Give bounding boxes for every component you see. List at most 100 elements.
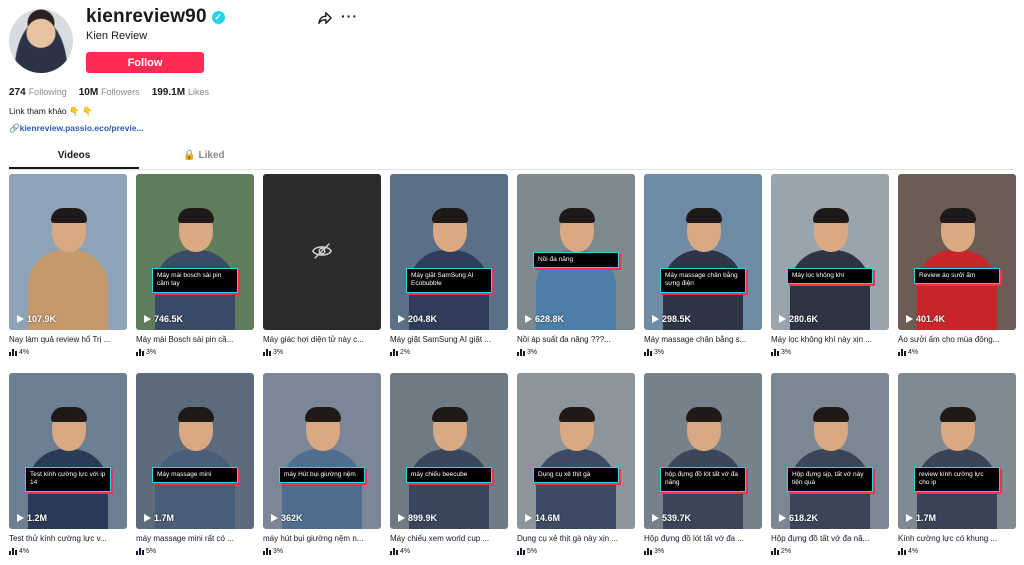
video-thumbnail[interactable]: Hộp đựng sịp, tất vớ này tiện quá 618.2K	[771, 373, 889, 529]
video-thumbnail[interactable]: máy Hút bụi giường nệm 362K	[263, 373, 381, 529]
video-views: 107.9K	[17, 314, 56, 324]
bar-chart-icon	[390, 349, 398, 356]
video-description[interactable]: Test thử kính cường lực v...	[9, 534, 127, 543]
play-icon	[398, 514, 405, 522]
video-thumbnail[interactable]: 107.9K	[9, 174, 127, 330]
video-thumbnail[interactable]	[263, 174, 381, 330]
video-caption-overlay: máy chiếu beecube	[406, 467, 492, 484]
video-description[interactable]: Dụng cụ xẻ thịt gà này xịn ...	[517, 534, 635, 543]
video-thumbnail[interactable]: Máy massage mini 1.7M	[136, 373, 254, 529]
play-icon	[271, 514, 278, 522]
video-thumbnail[interactable]: Nồi đa năng 628.8K	[517, 174, 635, 330]
tab-videos[interactable]: Videos	[9, 150, 139, 161]
video-engagement-value: 4%	[400, 548, 411, 555]
tab-liked[interactable]: 🔒 Liked	[139, 150, 269, 161]
stat-label: Likes	[188, 87, 210, 97]
video-card[interactable]: review kính cường lực cho ip 1.7M Kính cườ…	[898, 373, 1016, 565]
video-person	[28, 208, 108, 330]
video-description[interactable]: Máy massage chân bằng s...	[644, 335, 762, 344]
video-card[interactable]: 107.9K Nay làm quả review hổ Trị ... 4%	[9, 174, 127, 373]
video-description[interactable]: Máy giặt SamSung AI giặt ...	[390, 335, 508, 344]
video-description[interactable]: Hộp đựng đồ lót tất vớ đa ...	[644, 534, 762, 543]
video-card[interactable]: hộp đựng đồ lót tất vớ đa năng 539.7K Hộp …	[644, 373, 762, 565]
video-engagement-value: 3%	[146, 349, 157, 356]
more-icon[interactable]: ···	[341, 9, 358, 23]
profile-stats: 274 Following 10M Followers 199.1M Likes	[9, 87, 209, 98]
video-thumbnail[interactable]: máy chiếu beecube 899.9K	[390, 373, 508, 529]
video-description[interactable]: máy hút bụi giường nệm n...	[263, 534, 381, 543]
video-views-count: 1.7M	[916, 513, 937, 523]
video-description[interactable]: Áo sưởi ấm cho mùa đông...	[898, 335, 1016, 344]
video-description[interactable]: máy massage mini rất có ...	[136, 534, 254, 543]
video-engagement: 5%	[517, 548, 635, 555]
video-card[interactable]: Máy mài bosch sài pin cầm tay 746.5K Máy m…	[136, 174, 254, 373]
video-caption-overlay: hộp đựng đồ lót tất vớ đa năng	[660, 467, 746, 492]
video-engagement-value: 2%	[400, 349, 411, 356]
video-card[interactable]: Hộp đựng sịp, tất vớ này tiện quá 618.2K H…	[771, 373, 889, 565]
bar-chart-icon	[771, 548, 779, 555]
video-card[interactable]: Review áo sưởi ấm 401.4K Áo sưởi ấm cho mù…	[898, 174, 1016, 373]
video-thumbnail[interactable]: Review áo sưởi ấm 401.4K	[898, 174, 1016, 330]
video-description[interactable]: Máy lọc không khí này xịn ...	[771, 335, 889, 344]
bar-chart-icon	[644, 548, 652, 555]
video-views-count: 14.6M	[535, 513, 561, 523]
video-views-count: 204.8K	[408, 314, 438, 324]
video-engagement: 4%	[898, 349, 1016, 356]
video-caption-overlay: Dụng cụ xẻ thịt gà	[533, 467, 619, 484]
video-engagement-value: 5%	[146, 548, 157, 555]
video-engagement-value: 3%	[654, 548, 665, 555]
video-card[interactable]: Máy massage chân bằng sưng điện 298.5K Máy…	[644, 174, 762, 373]
video-thumbnail[interactable]: Máy giặt SamSung AI Ecobubble 204.8K	[390, 174, 508, 330]
video-description[interactable]: Kính cường lực có khung ...	[898, 534, 1016, 543]
profile-avatar[interactable]	[9, 9, 73, 73]
bar-chart-icon	[898, 349, 906, 356]
video-thumbnail[interactable]: Máy mài bosch sài pin cầm tay 746.5K	[136, 174, 254, 330]
video-engagement: 4%	[898, 548, 1016, 555]
play-icon	[779, 514, 786, 522]
video-engagement: 3%	[771, 349, 889, 356]
bar-chart-icon	[517, 349, 525, 356]
video-description[interactable]: Nồi áp suất đa năng ???...	[517, 335, 635, 344]
video-thumbnail[interactable]: Test kính cường lực với ip 14 1.2M	[9, 373, 127, 529]
video-card[interactable]: Máy giặt SamSung AI Ecobubble 204.8K Máy g…	[390, 174, 508, 373]
bar-chart-icon	[263, 548, 271, 555]
follow-button[interactable]: Follow	[86, 52, 204, 73]
video-thumbnail[interactable]: Dụng cụ xẻ thịt gà 14.6M	[517, 373, 635, 529]
video-description[interactable]: Máy chiếu xem world cup ...	[390, 534, 508, 543]
profile-link[interactable]: 🔗kienreview.passio.eco/previe...	[9, 123, 144, 134]
play-icon	[525, 315, 532, 323]
video-caption-overlay: Nồi đa năng	[533, 252, 619, 269]
video-description[interactable]: Nay làm quả review hổ Trị ...	[9, 335, 127, 344]
video-views-count: 280.6K	[789, 314, 819, 324]
video-thumbnail[interactable]: hộp đựng đồ lót tất vớ đa năng 539.7K	[644, 373, 762, 529]
tab-liked-label: Liked	[198, 150, 225, 161]
video-card[interactable]: Nồi đa năng 628.8K Nồi áp suất đa năng ???…	[517, 174, 635, 373]
video-card[interactable]: máy Hút bụi giường nệm 362K máy hút bụi gi…	[263, 373, 381, 565]
play-icon	[906, 514, 913, 522]
video-views: 539.7K	[652, 513, 691, 523]
video-engagement-value: 4%	[908, 548, 919, 555]
video-thumbnail[interactable]: review kính cường lực cho ip 1.7M	[898, 373, 1016, 529]
share-icon[interactable]	[318, 11, 332, 25]
video-caption-overlay: máy Hút bụi giường nệm	[279, 467, 365, 484]
video-thumbnail[interactable]: Máy lọc không khí 280.6K	[771, 174, 889, 330]
profile-link-text[interactable]: kienreview.passio.eco/previe...	[20, 123, 144, 133]
video-card[interactable]: Dụng cụ xẻ thịt gà 14.6M Dụng cụ xẻ thịt g…	[517, 373, 635, 565]
video-card[interactable]: Máy massage mini 1.7M máy massage mini rất…	[136, 373, 254, 565]
video-description[interactable]: Máy mài Bosch sài pin cầ...	[136, 335, 254, 344]
video-description[interactable]: Máy giác hơi diện tử này c...	[263, 335, 381, 344]
video-views: 628.8K	[525, 314, 564, 324]
bar-chart-icon	[136, 349, 144, 356]
video-card[interactable]: Test kính cường lực với ip 14 1.2M Test th…	[9, 373, 127, 565]
stat-following[interactable]: 274 Following	[9, 87, 67, 98]
lock-icon: 🔒	[183, 150, 196, 161]
video-card[interactable]: Máy giác hơi diện tử này c... 3%	[263, 174, 381, 373]
video-views-count: 628.8K	[535, 314, 565, 324]
stat-followers[interactable]: 10M Followers	[79, 87, 140, 98]
video-card[interactable]: máy chiếu beecube 899.9K Máy chiếu xem wor…	[390, 373, 508, 565]
video-thumbnail[interactable]: Máy massage chân bằng sưng điện 298.5K	[644, 174, 762, 330]
video-caption-overlay: Máy giặt SamSung AI Ecobubble	[406, 268, 492, 293]
video-description[interactable]: Hộp đựng đồ tất vớ đa nă...	[771, 534, 889, 543]
video-card[interactable]: Máy lọc không khí 280.6K Máy lọc không khí…	[771, 174, 889, 373]
stat-value: 274	[9, 87, 26, 98]
